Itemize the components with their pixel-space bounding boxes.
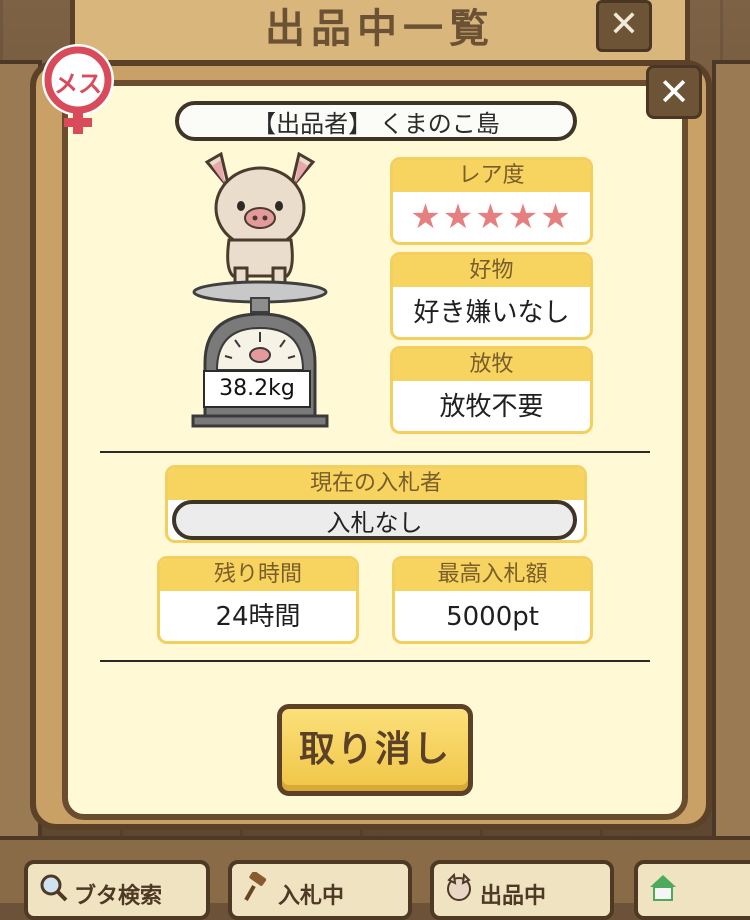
rarity-stars: ★★★★★ bbox=[410, 197, 573, 237]
nav-listing-label: 出品中 bbox=[480, 884, 547, 909]
pig-weight: 38.2kg bbox=[203, 370, 311, 408]
time-left-box: 残り時間 24時間 bbox=[157, 556, 359, 644]
nav-home-button[interactable] bbox=[634, 860, 750, 920]
bottom-nav: ブタ検索 入札中 出品中 bbox=[0, 836, 750, 920]
grazing-label: 放牧 bbox=[393, 349, 590, 381]
seller-name: 【出品者】 くまのこ島 bbox=[175, 101, 577, 141]
time-left-label: 残り時間 bbox=[160, 559, 356, 591]
current-bidder-label: 現在の入札者 bbox=[168, 468, 584, 500]
max-bid-value: 5000pt bbox=[446, 602, 539, 632]
favorite-food-box: 好物 好き嫌いなし bbox=[390, 252, 593, 340]
nav-pig-search-button[interactable]: ブタ検索 bbox=[24, 860, 210, 920]
cancel-listing-button[interactable]: 取り消し bbox=[277, 704, 473, 796]
home-icon bbox=[648, 872, 678, 902]
nav-bidding-label: 入札中 bbox=[278, 884, 345, 909]
gender-label: メス bbox=[54, 70, 102, 98]
rarity-box: レア度 ★★★★★ bbox=[390, 157, 593, 245]
female-gender-badge: メス bbox=[34, 40, 122, 136]
screen-title: 出品中一覧 bbox=[265, 6, 495, 52]
section-divider-bottom bbox=[100, 660, 650, 662]
section-divider-top bbox=[100, 451, 650, 453]
max-bid-label: 最高入札額 bbox=[395, 559, 590, 591]
gavel-icon bbox=[242, 870, 272, 902]
background-beam-right bbox=[712, 60, 750, 848]
favorite-food-label: 好物 bbox=[393, 255, 590, 287]
max-bid-box: 最高入札額 5000pt bbox=[392, 556, 593, 644]
nav-bidding-button[interactable]: 入札中 bbox=[228, 860, 412, 920]
close-button[interactable]: ✕ bbox=[646, 65, 702, 119]
current-bidder-value: 入札なし bbox=[172, 500, 577, 540]
pig-icon bbox=[444, 872, 474, 902]
grazing-box: 放牧 放牧不要 bbox=[390, 346, 593, 434]
favorite-food-value: 好き嫌いなし bbox=[413, 298, 570, 328]
magnifier-icon bbox=[38, 872, 68, 902]
nav-listing-button[interactable]: 出品中 bbox=[430, 860, 614, 920]
screen-close-button[interactable]: ✕ bbox=[596, 0, 652, 52]
time-left-value: 24時間 bbox=[215, 602, 301, 632]
nav-pig-search-label: ブタ検索 bbox=[74, 884, 163, 909]
grazing-value: 放牧不要 bbox=[439, 392, 544, 422]
rarity-label: レア度 bbox=[393, 160, 590, 192]
